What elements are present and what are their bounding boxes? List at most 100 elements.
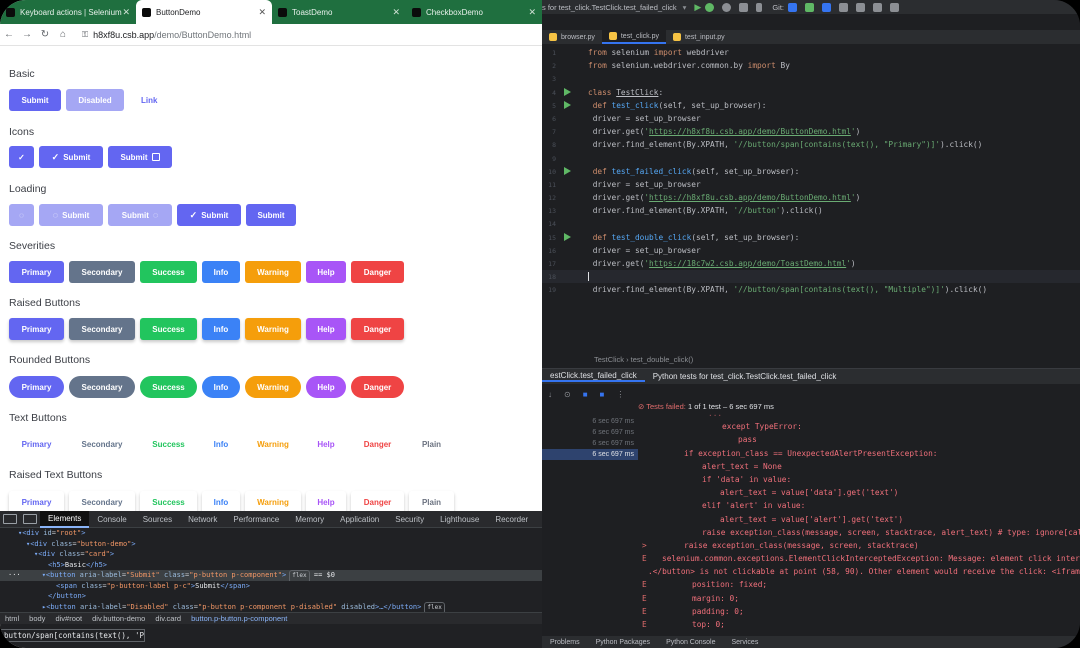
close-tab-icon[interactable]: ✕: [392, 7, 400, 18]
run-gutter-icon[interactable]: [564, 100, 571, 109]
inspect-element-icon[interactable]: [3, 514, 17, 524]
raised-text-primary-button[interactable]: Primary: [9, 491, 64, 511]
raised-text-secondary-button[interactable]: Secondary: [69, 491, 135, 511]
rounded-primary-button[interactable]: Primary: [9, 376, 64, 398]
crumb-root[interactable]: div#root: [50, 614, 87, 623]
icon-only-button[interactable]: ✓: [9, 146, 34, 168]
search-tests-icon[interactable]: ⊙: [558, 390, 577, 399]
rounded-warning-button[interactable]: Warning: [245, 376, 301, 398]
update-icon[interactable]: [788, 2, 797, 12]
text-danger-button[interactable]: Danger: [351, 433, 404, 455]
raised-help-button[interactable]: Help: [306, 318, 346, 340]
debug-icon[interactable]: [705, 2, 715, 12]
basic-submit-button[interactable]: Submit: [9, 89, 61, 111]
run-icon[interactable]: ▶: [694, 2, 701, 13]
devtools-tab-elements[interactable]: Elements: [40, 510, 90, 528]
dropdown-icon[interactable]: ▾: [683, 3, 687, 12]
dom-node[interactable]: <h5>Basic</h5>: [0, 560, 542, 571]
severity-success-button[interactable]: Success: [140, 261, 197, 283]
dom-node-selected[interactable]: ··· ▾<button aria-label="Submit" class="…: [0, 570, 542, 581]
text-help-button[interactable]: Help: [306, 433, 346, 455]
devtools-tab-sources[interactable]: Sources: [135, 511, 180, 528]
run-gutter-icon[interactable]: [564, 166, 571, 175]
close-tab-icon[interactable]: ✕: [122, 7, 130, 18]
rounded-danger-button[interactable]: Danger: [351, 376, 404, 398]
raised-warning-button[interactable]: Warning: [245, 318, 301, 340]
devtools-tab-console[interactable]: Console: [89, 511, 134, 528]
icon-left-submit-button[interactable]: ✓ Submit: [39, 146, 103, 168]
dom-node[interactable]: ▾<div class="button-demo">: [0, 539, 542, 550]
coverage-icon[interactable]: [722, 2, 732, 12]
run-gutter-icon[interactable]: [564, 87, 571, 96]
severity-warning-button[interactable]: Warning: [245, 261, 301, 283]
raised-danger-button[interactable]: Danger: [351, 318, 404, 340]
devtools-tab-network[interactable]: Network: [180, 511, 225, 528]
test-tree-item[interactable]: 6 sec 697 ms: [542, 438, 638, 449]
raised-text-warning-button[interactable]: Warning: [245, 491, 301, 511]
code-editor[interactable]: 1 from selenium import webdriver 2 from se…: [542, 46, 1080, 351]
services-tool[interactable]: Services: [723, 639, 766, 646]
import-icon[interactable]: ■: [577, 390, 594, 399]
browser-tab-checkboxdemo[interactable]: CheckboxDemo ✕: [406, 0, 542, 24]
devtools-tab-recorder[interactable]: Recorder: [487, 511, 536, 528]
rounded-success-button[interactable]: Success: [140, 376, 197, 398]
test-tree-item[interactable]: 6 sec 697 ms: [542, 427, 638, 438]
dom-node[interactable]: </button>: [0, 591, 542, 602]
text-info-button[interactable]: Info: [202, 433, 240, 455]
xpath-search-input[interactable]: button/span[contains(text(), 'Primary')]: [0, 629, 145, 642]
test-console-output[interactable]: ... except TypeError: pass if exception_…: [638, 407, 1080, 636]
settings-icon[interactable]: [890, 2, 899, 12]
python-console-tool[interactable]: Python Console: [658, 639, 723, 646]
devtools-tab-application[interactable]: Application: [332, 511, 387, 528]
devtools-tab-security[interactable]: Security: [387, 511, 432, 528]
forward-arrow-icon[interactable]: →: [18, 29, 36, 40]
test-tree-item[interactable]: 6 sec 697 ms: [542, 416, 638, 427]
close-tab-icon[interactable]: ✕: [528, 7, 536, 18]
rollback-icon[interactable]: [856, 2, 865, 12]
severity-info-button[interactable]: Info: [202, 261, 240, 283]
raised-success-button[interactable]: Success: [140, 318, 197, 340]
raised-text-info-button[interactable]: Info: [202, 491, 240, 511]
severity-secondary-button[interactable]: Secondary: [69, 261, 135, 283]
dom-node[interactable]: ▸<button aria-label="Disabled" class="p-…: [0, 601, 542, 612]
browser-tab-keyboard-actions[interactable]: Keyboard actions | Selenium ✕: [0, 0, 136, 24]
problems-tool[interactable]: Problems: [542, 639, 588, 646]
search-icon[interactable]: [873, 2, 882, 12]
raised-text-danger-button[interactable]: Danger: [351, 491, 404, 511]
loading-submit-button-4[interactable]: Submit: [246, 204, 296, 226]
devtools-tab-memory[interactable]: Memory: [287, 511, 332, 528]
export-icon[interactable]: ■: [594, 390, 611, 399]
more-options-icon[interactable]: ⋮: [610, 390, 630, 399]
dom-node[interactable]: ▾<div class="card">: [0, 549, 542, 560]
severity-primary-button[interactable]: Primary: [9, 261, 64, 283]
text-primary-button[interactable]: Primary: [9, 433, 64, 455]
editor-tab-browser-py[interactable]: browser.py: [542, 30, 602, 44]
basic-link-button[interactable]: Link: [129, 96, 169, 105]
editor-tab-test-click-py[interactable]: test_click.py: [601, 30, 666, 44]
push-icon[interactable]: [822, 2, 831, 12]
severity-danger-button[interactable]: Danger: [351, 261, 404, 283]
reload-icon[interactable]: ↻: [36, 29, 54, 40]
raised-info-button[interactable]: Info: [202, 318, 240, 340]
history-icon[interactable]: [839, 2, 848, 12]
raised-text-help-button[interactable]: Help: [306, 491, 346, 511]
python-packages-tool[interactable]: Python Packages: [588, 639, 658, 646]
browser-tab-toastdemo[interactable]: ToastDemo ✕: [272, 0, 406, 24]
devtools-tab-performance[interactable]: Performance: [225, 511, 287, 528]
raised-secondary-button[interactable]: Secondary: [69, 318, 135, 340]
editor-tab-test-input-py[interactable]: test_input.py: [666, 30, 732, 44]
crumb-button[interactable]: button.p-button.p-component: [186, 614, 292, 623]
home-icon[interactable]: ⌂: [54, 29, 72, 40]
rounded-info-button[interactable]: Info: [202, 376, 240, 398]
sort-icon[interactable]: ↓: [542, 390, 558, 399]
browser-tab-buttondemo[interactable]: ButtonDemo ✕: [136, 0, 272, 24]
text-warning-button[interactable]: Warning: [245, 433, 301, 455]
raised-text-success-button[interactable]: Success: [140, 491, 197, 511]
url-field[interactable]: ⚿ h8xf8u.csb.app/demo/ButtonDemo.html: [82, 30, 251, 40]
icon-right-submit-button[interactable]: Submit: [108, 146, 172, 168]
more-icon[interactable]: [756, 2, 763, 12]
profile-icon[interactable]: [739, 2, 749, 12]
crumb-button-demo[interactable]: div.button-demo: [87, 614, 150, 623]
text-success-button[interactable]: Success: [140, 433, 197, 455]
run-tab-python-tests[interactable]: Python tests for test_click.TestClick.te…: [645, 372, 845, 381]
